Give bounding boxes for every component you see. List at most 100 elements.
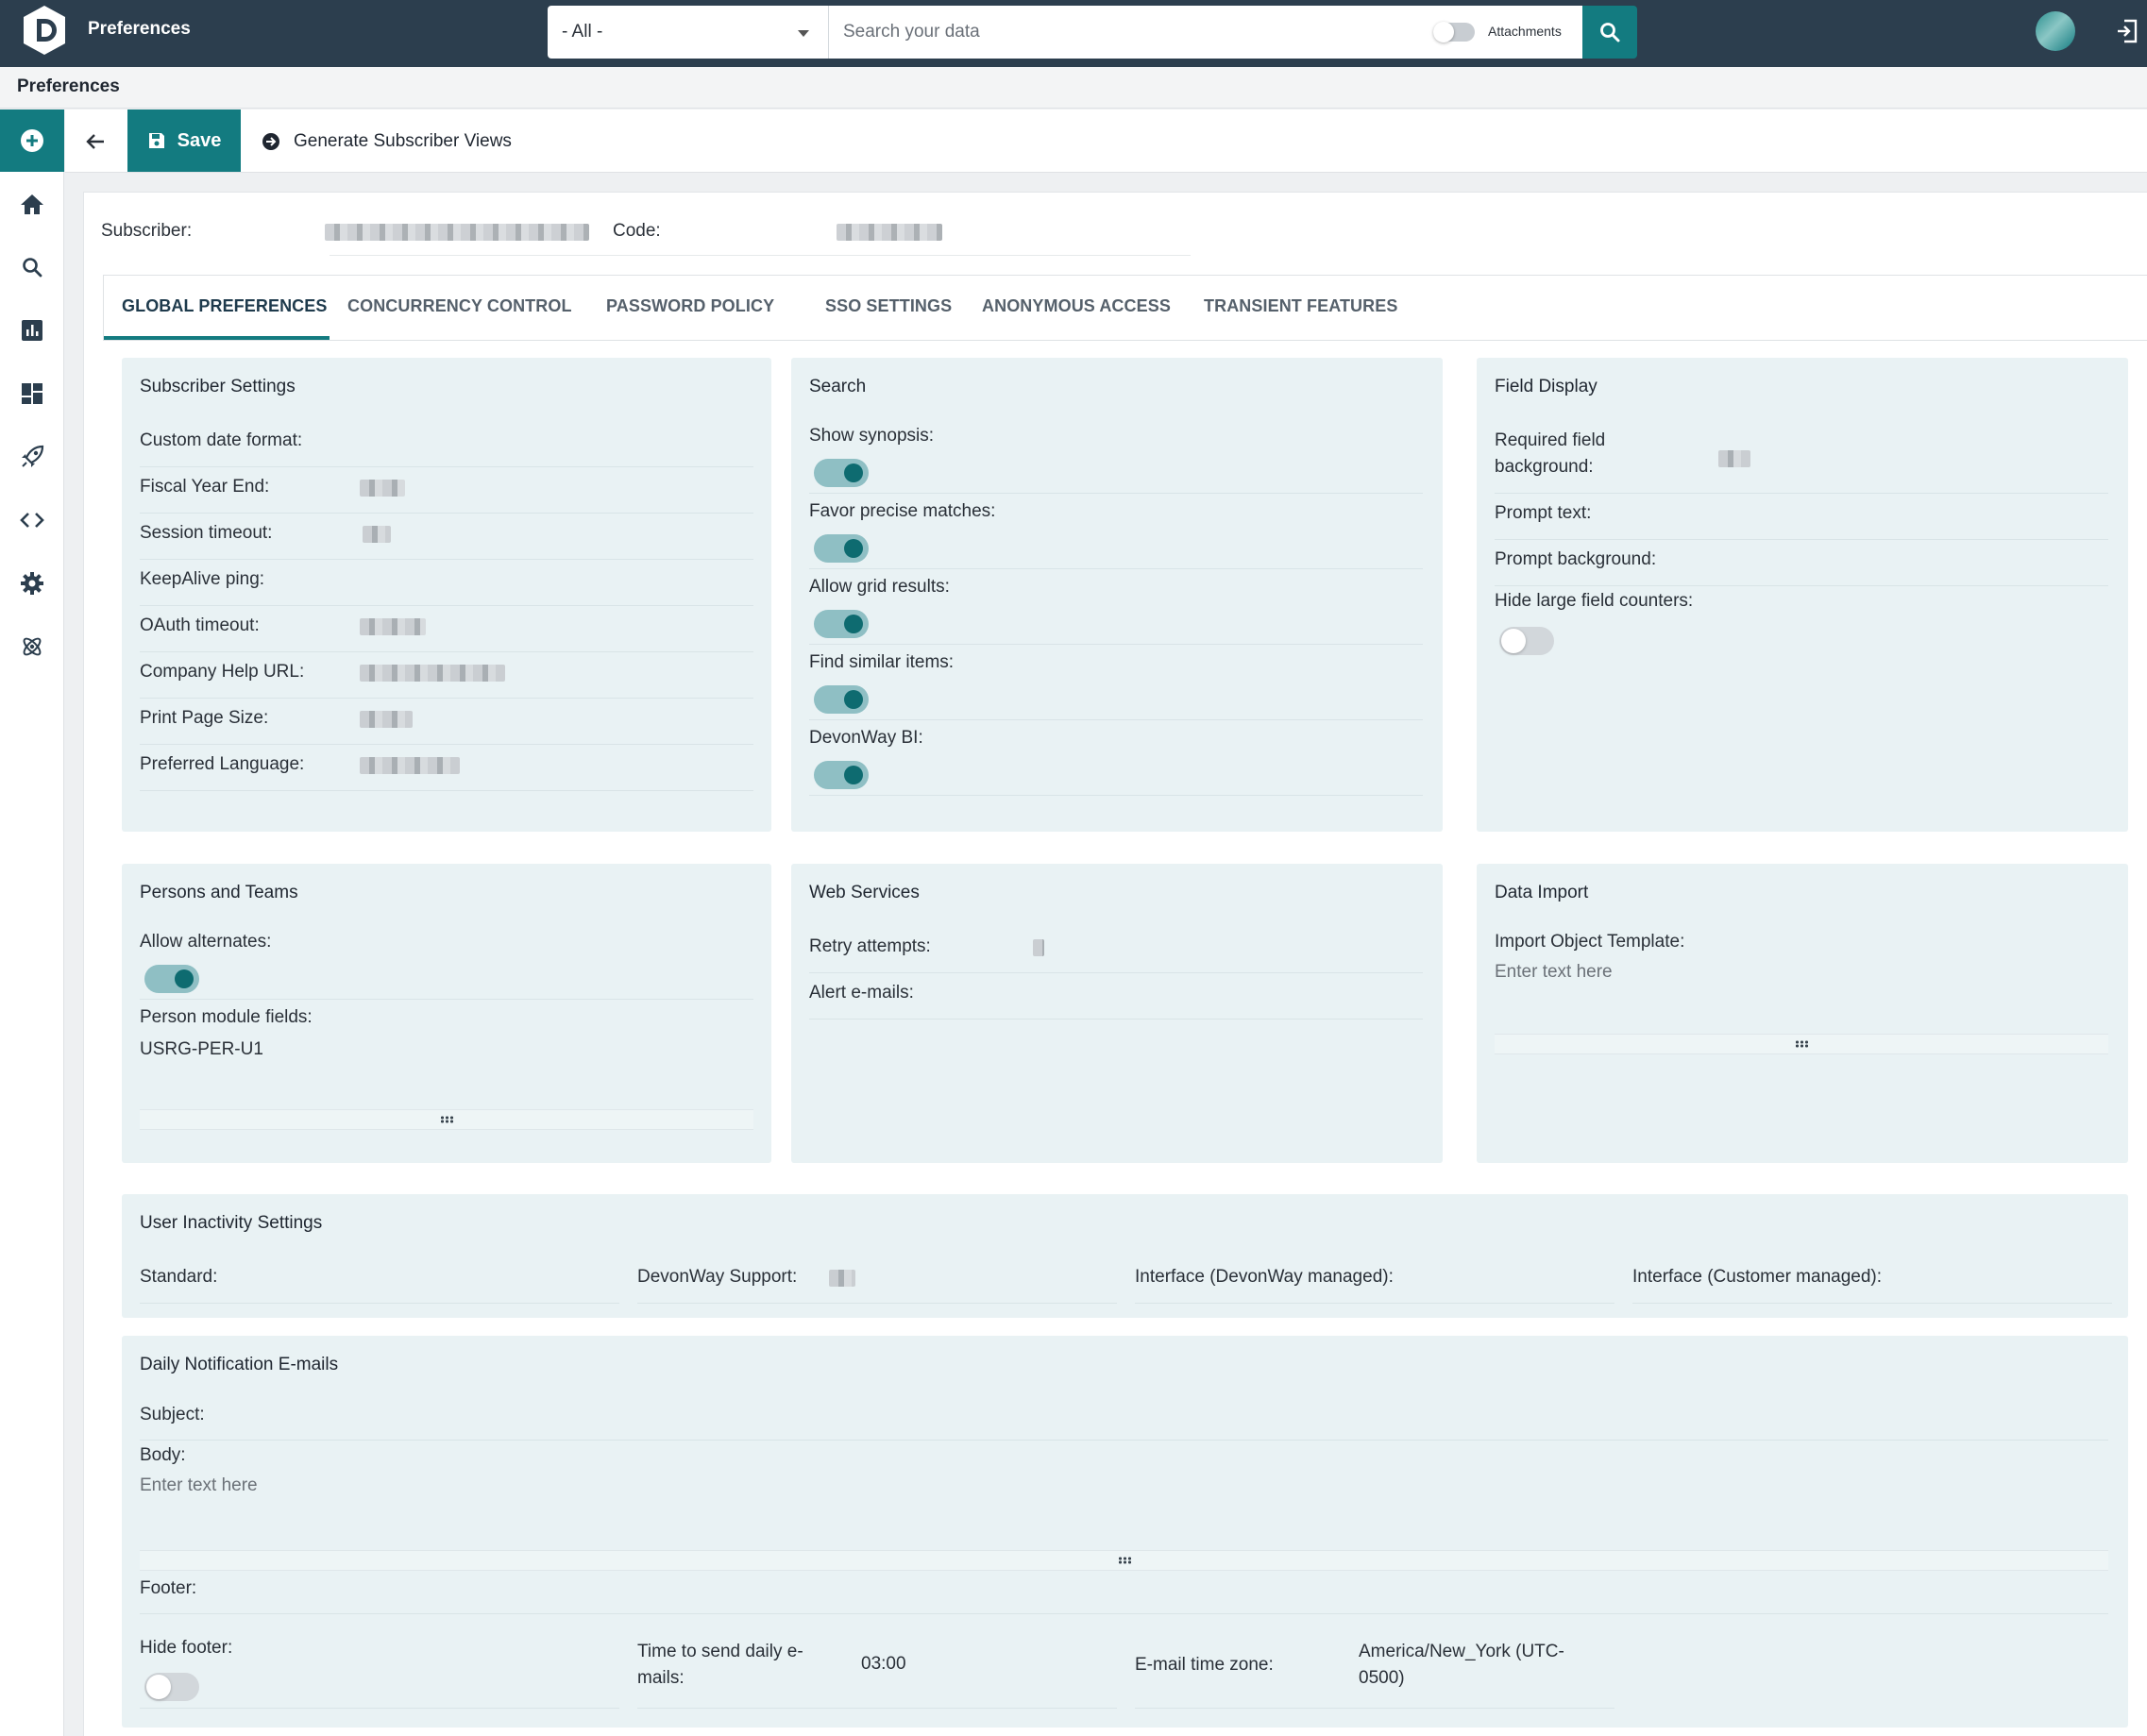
search-icon[interactable] <box>19 254 45 280</box>
tab-concurrency-control[interactable]: CONCURRENCY CONTROL <box>347 296 572 316</box>
import-object-template-input[interactable]: Enter text here <box>1495 962 1613 983</box>
divider <box>140 466 753 467</box>
code-icon[interactable] <box>19 507 45 533</box>
atom-icon[interactable] <box>19 633 45 660</box>
gear-icon[interactable] <box>19 570 45 597</box>
toggle-knob <box>844 463 863 482</box>
tab-sso-settings[interactable]: SSO SETTINGS <box>825 296 952 316</box>
add-button[interactable] <box>0 110 64 172</box>
divider <box>140 559 753 560</box>
search-button[interactable] <box>1582 6 1637 59</box>
favor-precise-matches-toggle[interactable] <box>814 534 869 563</box>
keepalive-ping-label: KeepAlive ping: <box>140 569 265 589</box>
find-similar-items-toggle[interactable] <box>814 685 869 714</box>
avatar[interactable] <box>2036 11 2075 51</box>
breadcrumb: Preferences <box>17 76 120 96</box>
plus-icon <box>21 129 43 152</box>
alert-emails-label: Alert e-mails: <box>809 983 914 1003</box>
devonway-support-label: DevonWay Support: <box>637 1267 798 1287</box>
body-label: Body: <box>140 1445 186 1465</box>
required-field-background-label: Required field background: <box>1495 430 1606 477</box>
print-page-size-label: Print Page Size: <box>140 708 269 728</box>
divider <box>140 1440 2108 1441</box>
divider <box>140 513 753 514</box>
grip-dots-icon <box>1117 1557 1131 1564</box>
panel-title: Search <box>809 377 867 396</box>
footer-label: Footer: <box>140 1578 197 1598</box>
hide-large-field-counters-toggle[interactable] <box>1499 627 1554 655</box>
hide-footer-toggle[interactable] <box>144 1673 199 1701</box>
active-tab-indicator <box>104 336 330 340</box>
favor-precise-matches-label: Favor precise matches: <box>809 501 996 521</box>
hide-footer-label: Hide footer: <box>140 1638 233 1658</box>
divider <box>1495 585 2108 586</box>
body-input[interactable]: Enter text here <box>140 1475 258 1496</box>
subscriber-label: Subscriber: <box>101 221 193 241</box>
main-content: Subscriber: Code: GLOBAL PREFERENCES CON… <box>83 192 2147 1736</box>
tab-password-policy[interactable]: PASSWORD POLICY <box>606 296 774 316</box>
panel-title: Field Display <box>1495 377 1598 396</box>
toggle-knob <box>175 969 194 988</box>
resize-handle[interactable] <box>140 1550 2108 1571</box>
grip-dots-icon <box>1795 1040 1808 1048</box>
prompt-text-label: Prompt text: <box>1495 503 1592 523</box>
print-page-size-value-redacted <box>360 711 413 728</box>
divider <box>809 644 1423 645</box>
show-synopsis-toggle[interactable] <box>814 459 869 487</box>
resize-handle[interactable] <box>140 1109 753 1130</box>
divider <box>140 999 753 1000</box>
panel-title: Persons and Teams <box>140 883 298 902</box>
devonway-bi-toggle[interactable] <box>814 761 869 789</box>
grip-dots-icon <box>440 1116 453 1123</box>
tab-anonymous-access[interactable]: ANONYMOUS ACCESS <box>982 296 1171 316</box>
divider <box>809 493 1423 494</box>
allow-grid-results-toggle[interactable] <box>814 610 869 638</box>
tab-bar: GLOBAL PREFERENCES CONCURRENCY CONTROL P… <box>103 275 2147 341</box>
divider <box>140 698 753 699</box>
back-button[interactable] <box>80 126 110 157</box>
header-divider <box>330 255 1191 256</box>
home-icon[interactable] <box>19 191 45 217</box>
arrow-circle-icon <box>262 133 279 150</box>
save-label: Save <box>177 129 222 151</box>
attachments-label: Attachments <box>1488 24 1562 39</box>
attachments-toggle[interactable] <box>1433 22 1475 42</box>
email-time-zone-value[interactable]: America/New_York (UTC-0500) <box>1359 1639 1585 1692</box>
panel-title: Web Services <box>809 883 920 902</box>
oauth-timeout-label: OAuth timeout: <box>140 615 260 635</box>
data-import-panel: Data Import Import Object Template: Ente… <box>1477 864 2128 1163</box>
logo-icon[interactable] <box>21 4 68 57</box>
toggle-knob <box>844 690 863 709</box>
generate-subscriber-views-button[interactable]: Generate Subscriber Views <box>262 126 512 158</box>
tab-global-preferences[interactable]: GLOBAL PREFERENCES <box>122 296 328 316</box>
interface-customer-managed-label: Interface (Customer managed): <box>1632 1267 1883 1287</box>
divider <box>140 605 753 606</box>
divider <box>809 719 1423 720</box>
resize-handle[interactable] <box>1495 1034 2108 1054</box>
allow-alternates-toggle[interactable] <box>144 965 199 993</box>
divider <box>809 568 1423 569</box>
user-inactivity-panel: User Inactivity Settings Standard: Devon… <box>122 1194 2128 1318</box>
subscriber-value-redacted <box>325 224 589 241</box>
save-button[interactable]: Save <box>127 110 241 172</box>
find-similar-items-label: Find similar items: <box>809 652 955 672</box>
chart-icon[interactable] <box>19 317 45 344</box>
preferred-language-label: Preferred Language: <box>140 754 305 774</box>
divider <box>637 1708 1117 1709</box>
time-to-send-value[interactable]: 03:00 <box>861 1654 906 1675</box>
logout-icon[interactable] <box>2115 17 2139 45</box>
session-timeout-label: Session timeout: <box>140 523 273 543</box>
back-arrow-icon <box>86 134 104 149</box>
custom-date-format-label: Custom date format: <box>140 430 303 450</box>
sidebar <box>0 110 64 1736</box>
search-icon <box>1600 23 1620 42</box>
hide-large-field-counters-label: Hide large field counters: <box>1495 591 1694 611</box>
toggle-knob <box>844 615 863 633</box>
dashboard-icon[interactable] <box>19 380 45 407</box>
tab-transient-features[interactable]: TRANSIENT FEATURES <box>1204 296 1397 316</box>
panel-title: Subscriber Settings <box>140 377 296 396</box>
allow-alternates-label: Allow alternates: <box>140 932 272 952</box>
scope-select[interactable]: - All - <box>548 6 829 59</box>
person-module-fields-value[interactable]: USRG-PER-U1 <box>140 1039 263 1060</box>
rocket-icon[interactable] <box>19 444 45 470</box>
